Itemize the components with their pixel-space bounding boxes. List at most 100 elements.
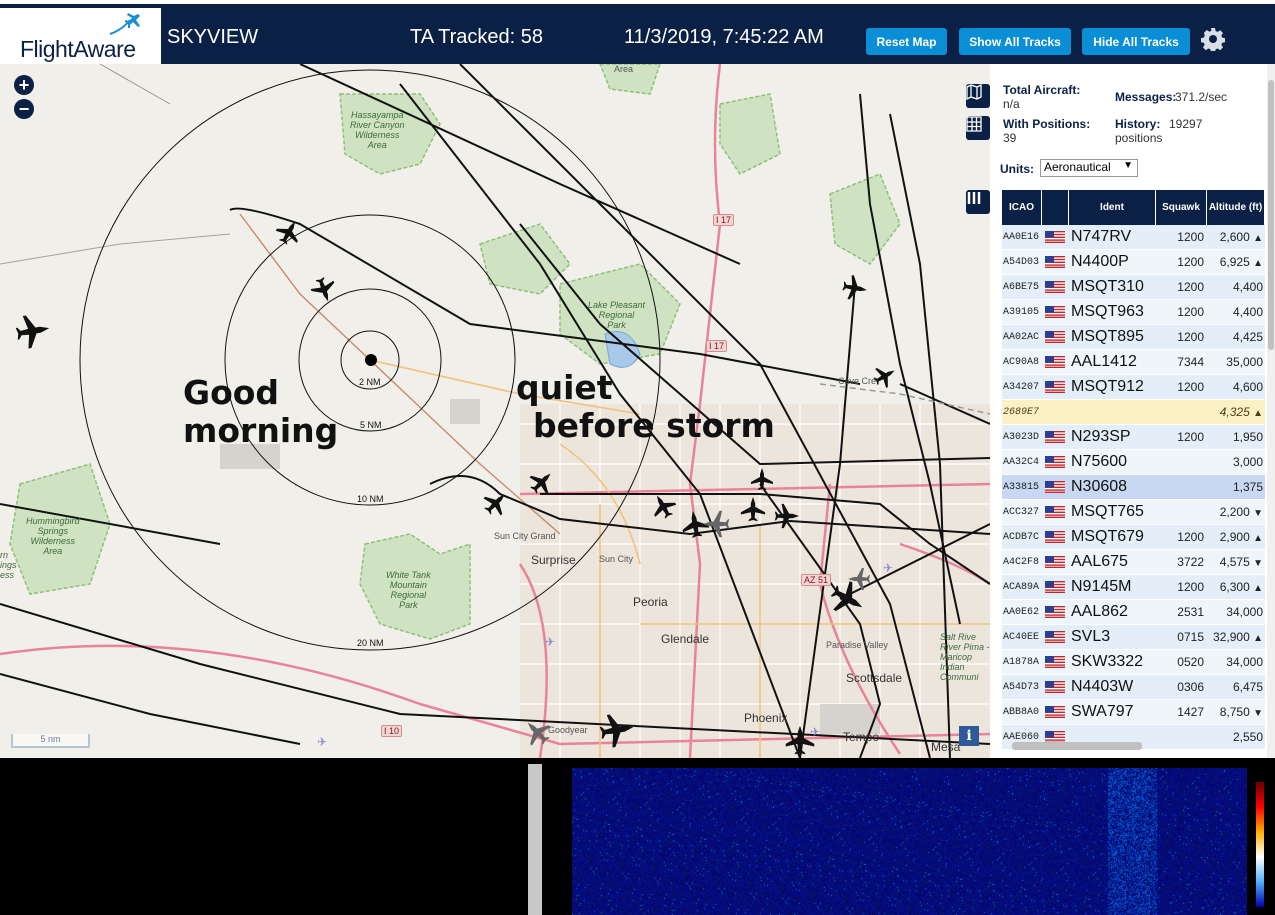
icao-cell: A54D73 bbox=[1003, 681, 1040, 693]
flag-icon bbox=[1042, 356, 1069, 368]
sidebar-toggle-button[interactable] bbox=[966, 190, 990, 214]
table-horizontal-scrollbar[interactable] bbox=[1012, 742, 1142, 750]
table-row[interactable]: A54D73 N4403W 0306 6,475 bbox=[1002, 675, 1265, 700]
flag-icon bbox=[1042, 281, 1069, 293]
aircraft-icon[interactable] bbox=[840, 273, 870, 303]
icao-cell: A1878A bbox=[1003, 656, 1040, 668]
ring-label-10nm: 10 NM bbox=[357, 494, 384, 504]
aircraft-icon[interactable] bbox=[524, 464, 560, 500]
zoom-out-button[interactable]: − bbox=[14, 99, 34, 119]
park-label-edge: rn ings ess bbox=[0, 550, 17, 580]
table-row[interactable]: A34207 MSQT912 1200 4,600 bbox=[1002, 375, 1265, 400]
column-header-altitude[interactable]: Altitude (ft) bbox=[1207, 190, 1265, 225]
gear-icon[interactable] bbox=[1201, 27, 1225, 51]
table-row[interactable]: ABB8A0 SWA797 1427 8,750 ▼ bbox=[1002, 700, 1265, 725]
aircraft-icon[interactable] bbox=[13, 311, 53, 351]
park-label-white-tank: White Tank Mountain Regional Park bbox=[386, 570, 431, 610]
squawk-cell: 1200 bbox=[1177, 580, 1204, 594]
icao-cell: 2689E7 bbox=[1003, 406, 1040, 418]
icao-cell: A3023D bbox=[1003, 431, 1040, 443]
flag-icon bbox=[1042, 656, 1069, 668]
altitude-cell: 34,000 bbox=[1226, 655, 1263, 669]
ident-cell: SWA797 bbox=[1071, 703, 1134, 720]
table-row[interactable]: A4C2F8 AAL675 3722 4,575 ▼ bbox=[1002, 550, 1265, 575]
table-row[interactable]: A39105 MSQT963 1200 4,400 bbox=[1002, 300, 1265, 325]
ident-cell: N9145M bbox=[1071, 578, 1132, 595]
aircraft-icon[interactable] bbox=[646, 489, 680, 523]
aircraft-icon[interactable] bbox=[308, 274, 340, 306]
table-row[interactable]: ACA89A N9145M 1200 6,300 ▲ bbox=[1002, 575, 1265, 600]
aircraft-icon[interactable] bbox=[774, 503, 800, 529]
top-header: FlightAware SKYVIEW TA Tracked: 58 11/3/… bbox=[0, 0, 1275, 68]
icao-cell: ABB8A0 bbox=[1003, 706, 1040, 718]
table-row[interactable]: A6BE75 MSQT310 1200 4,400 bbox=[1002, 275, 1265, 300]
flag-icon bbox=[1042, 306, 1069, 318]
column-header-squawk[interactable]: Squawk bbox=[1156, 190, 1207, 225]
table-row[interactable]: 2689E7 4,325 ▲ bbox=[1002, 400, 1265, 425]
hide-all-tracks-button[interactable]: Hide All Tracks bbox=[1082, 28, 1190, 55]
aircraft-icon[interactable] bbox=[478, 485, 514, 521]
squawk-cell: 1200 bbox=[1177, 280, 1204, 294]
table-row[interactable]: AA32C4 N75600 3,000 bbox=[1002, 450, 1265, 475]
squawk-cell: 7344 bbox=[1177, 355, 1204, 369]
ident-cell: N30608 bbox=[1071, 478, 1128, 495]
ident-cell: MSQT310 bbox=[1071, 278, 1144, 295]
altitude-cell: 35,000 bbox=[1226, 355, 1263, 369]
place-label: Sun City Grand bbox=[494, 531, 556, 541]
aircraft-table: AA0E16 N747RV 1200 2,600 ▲ A54D03 N4400P 1200 6… bbox=[1002, 225, 1265, 750]
panel-divider[interactable] bbox=[528, 764, 542, 915]
aircraft-icon[interactable] bbox=[785, 725, 815, 755]
flag-icon bbox=[1042, 381, 1069, 393]
table-row[interactable]: AC40EE SVL3 0715 32,900 ▲ bbox=[1002, 625, 1265, 650]
aircraft-icon[interactable] bbox=[825, 576, 871, 622]
messages-label: Messages: bbox=[1115, 90, 1177, 104]
column-header-ident[interactable]: Ident bbox=[1069, 190, 1156, 225]
table-row[interactable]: ACC327 MSQT765 2,200 ▼ bbox=[1002, 500, 1265, 525]
aircraft-icon[interactable] bbox=[740, 496, 766, 522]
map-layers-button[interactable] bbox=[966, 84, 990, 108]
show-all-tracks-button[interactable]: Show All Tracks bbox=[959, 28, 1071, 55]
table-row[interactable]: A3023D N293SP 1200 1,950 bbox=[1002, 425, 1265, 450]
flag-icon bbox=[1042, 331, 1069, 343]
messages-value: 371.2/sec bbox=[1175, 90, 1228, 104]
table-row[interactable]: AC90A8 AAL1412 7344 35,000 bbox=[1002, 350, 1265, 375]
column-header-icao[interactable]: ICAO bbox=[1002, 190, 1042, 225]
icao-cell: ACC327 bbox=[1003, 506, 1040, 518]
flag-icon bbox=[1042, 706, 1069, 718]
table-row[interactable]: AA02AC MSQT895 1200 4,425 bbox=[1002, 325, 1265, 350]
column-header-flag[interactable] bbox=[1042, 190, 1069, 225]
table-row[interactable]: AA0E62 AAL862 2531 34,000 bbox=[1002, 600, 1265, 625]
trend-indicator: ▲ bbox=[1253, 258, 1263, 269]
highway-shield: AZ 51 bbox=[801, 574, 832, 586]
aircraft-icon[interactable] bbox=[272, 215, 306, 249]
units-select[interactable]: Aeronautical ▼ bbox=[1040, 159, 1138, 177]
squawk-cell: 0715 bbox=[1177, 630, 1204, 644]
aircraft-icon[interactable] bbox=[597, 710, 637, 750]
reset-map-button[interactable]: Reset Map bbox=[866, 28, 947, 55]
table-row[interactable]: ACDB7C MSQT679 1200 2,900 ▲ bbox=[1002, 525, 1265, 550]
table-row[interactable]: A33815 N30608 1,375 bbox=[1002, 475, 1265, 500]
table-row[interactable]: AA0E16 N747RV 1200 2,600 ▲ bbox=[1002, 225, 1265, 250]
map-view[interactable]: ✈ ✈ ✈ ✈ Area Hassayampa River Canyon Wil… bbox=[0, 64, 990, 758]
aircraft-icon[interactable] bbox=[751, 468, 773, 490]
ident-cell: AAL862 bbox=[1071, 603, 1128, 620]
place-label: Cave Cre bbox=[838, 376, 877, 386]
table-row[interactable]: A54D03 N4400P 1200 6,925 ▲ bbox=[1002, 250, 1265, 275]
units-value: Aeronautical bbox=[1044, 160, 1111, 174]
logo-plane-icon bbox=[109, 13, 140, 35]
grid-toggle-button[interactable] bbox=[966, 116, 990, 140]
aircraft-icon[interactable] bbox=[702, 510, 730, 538]
table-row[interactable]: A1878A SKW3322 0520 34,000 bbox=[1002, 650, 1265, 675]
sidebar-scroll-thumb[interactable] bbox=[1268, 80, 1274, 350]
icao-cell: A6BE75 bbox=[1003, 281, 1040, 293]
ident-cell: SVL3 bbox=[1071, 628, 1111, 645]
icao-cell: A4C2F8 bbox=[1003, 556, 1040, 568]
flightaware-logo[interactable]: FlightAware bbox=[0, 8, 163, 68]
zoom-in-button[interactable]: + bbox=[14, 75, 34, 95]
icao-cell: AA0E16 bbox=[1003, 231, 1040, 243]
trend-indicator: ▲ bbox=[1253, 533, 1263, 544]
info-button[interactable]: i bbox=[959, 726, 979, 746]
table-header: ICAO Ident Squawk Altitude (ft) bbox=[1002, 190, 1265, 225]
ident-cell: N4403W bbox=[1071, 678, 1134, 695]
icao-cell: AC40EE bbox=[1003, 631, 1040, 643]
